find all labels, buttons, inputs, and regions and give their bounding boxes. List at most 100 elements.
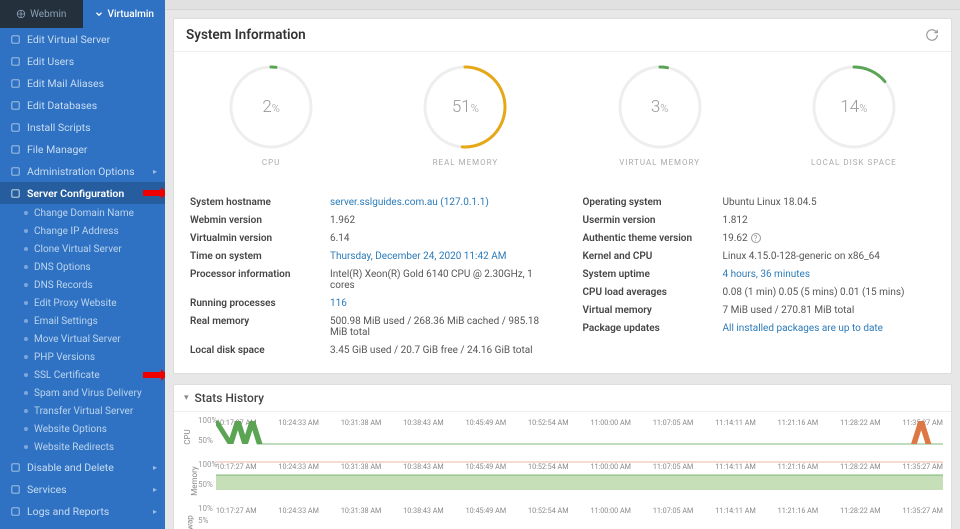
info-value: 1.812	[723, 215, 748, 226]
info-key: Local disk space	[190, 345, 330, 356]
bullet-icon	[24, 301, 28, 305]
tab-virtualmin-label: Virtualmin	[108, 9, 154, 20]
info-col-left: System hostnameserver.sslguides.com.au (…	[190, 193, 543, 359]
ytick: 5%	[198, 516, 208, 525]
sidebar-sub-7[interactable]: Move Virtual Server	[0, 330, 165, 348]
sidebar-sub-10[interactable]: Spam and Virus Delivery	[0, 384, 165, 402]
info-value: Intel(R) Xeon(R) Gold 6140 CPU @ 2.30GHz…	[330, 269, 543, 291]
sidebar-sub-9[interactable]: SSL Certificate	[0, 366, 165, 384]
sidebar-item-7[interactable]: Server Configuration▸	[0, 182, 165, 204]
sidebar-item-2[interactable]: Edit Mail Aliases	[0, 72, 165, 94]
sidebar-item-6[interactable]: Administration Options▸	[0, 160, 165, 182]
info-key: Webmin version	[190, 215, 330, 226]
sparkline	[216, 460, 943, 490]
red-arrow-annotation	[143, 372, 165, 378]
sidebar-sub-3[interactable]: DNS Options	[0, 258, 165, 276]
page-title: System Information	[186, 27, 306, 43]
sidebar-item-5[interactable]: File Manager	[0, 138, 165, 160]
bullet-icon	[24, 391, 28, 395]
ytick: 50%	[198, 436, 213, 445]
sidebar-item-1[interactable]: Edit Users	[0, 50, 165, 72]
sidebar-item-0[interactable]: Edit Virtual Server	[0, 28, 165, 50]
info-key: Time on system	[190, 251, 330, 262]
tab-webmin[interactable]: Webmin	[0, 0, 83, 28]
bullet-icon	[24, 337, 28, 341]
sidebar-sub-5[interactable]: Edit Proxy Website	[0, 294, 165, 312]
sidebar-item-4[interactable]: Install Scripts	[0, 116, 165, 138]
info-link[interactable]: All installed packages are up to date	[723, 323, 883, 334]
info-link[interactable]: server.sslguides.com.au (127.0.1.1)	[330, 197, 489, 208]
bullet-icon	[24, 265, 28, 269]
gauge-real-memory: 51% REAL MEMORY	[368, 62, 562, 167]
bullet-icon	[24, 229, 28, 233]
tab-webmin-label: Webmin	[30, 9, 66, 20]
sidebar-item2-2[interactable]: Logs and Reports▸	[0, 500, 165, 522]
sidebar-item-label: Edit Users	[27, 55, 74, 68]
info-key: System uptime	[583, 269, 723, 280]
info-link[interactable]: 116	[330, 298, 347, 309]
tab-virtualmin[interactable]: Virtualmin	[83, 0, 166, 28]
sidebar-item-3[interactable]: Edit Databases	[0, 94, 165, 116]
info-value: 1.962	[330, 215, 355, 226]
info-row: System uptime4 hours, 36 minutes	[583, 265, 936, 283]
sidebar-sub-6[interactable]: Email Settings	[0, 312, 165, 330]
sidebar-sub-1[interactable]: Change IP Address	[0, 222, 165, 240]
sidebar-item2-1[interactable]: Services▸	[0, 478, 165, 500]
sidebar-sub-label: DNS Records	[34, 280, 93, 291]
info-value: 3.45 GiB used / 20.7 GiB free / 24.16 Gi…	[330, 345, 533, 356]
info-value: 7 MiB used / 270.81 MiB total	[723, 305, 855, 316]
gauge-dial: 3%	[615, 62, 705, 152]
ytick: 100%	[198, 460, 217, 469]
stats-row-cpu: CPU 100%50% 10:17:27 AM10:24:33 AM10:31:…	[198, 416, 943, 458]
info-row: Virtual memory7 MiB used / 270.81 MiB to…	[583, 301, 936, 319]
sidebar-sub-12[interactable]: Website Options	[0, 420, 165, 438]
sidebar-sub-label: Transfer Virtual Server	[34, 406, 133, 417]
sidebar-sub-13[interactable]: Website Redirects	[0, 438, 165, 456]
info-link[interactable]: 4 hours, 36 minutes	[723, 269, 811, 280]
sidebar-sub-label: Clone Virtual Server	[34, 244, 122, 255]
bullet-icon	[24, 409, 28, 413]
panel-header: System Information	[174, 19, 951, 52]
info-row: Processor informationIntel(R) Xeon(R) Go…	[190, 265, 543, 294]
info-value: Thursday, December 24, 2020 11:42 AM	[330, 251, 506, 262]
info-columns: System hostnameserver.sslguides.com.au (…	[174, 181, 951, 373]
chevron-right-icon: ▸	[153, 463, 157, 472]
bullet-icon	[24, 445, 28, 449]
system-info-panel: System Information 2% CPU 51% REAL MEMOR…	[173, 18, 952, 374]
info-value: 4 hours, 36 minutes	[723, 269, 811, 280]
gauges-row: 2% CPU 51% REAL MEMORY 3% VIRTUAL MEMORY…	[174, 52, 951, 181]
sidebar-sub-4[interactable]: DNS Records	[0, 276, 165, 294]
sidebar-sub-2[interactable]: Clone Virtual Server	[0, 240, 165, 258]
sidebar-item-label: Server Configuration	[27, 187, 124, 200]
sidebar-sub-label: Change Domain Name	[34, 208, 134, 219]
sparkline	[216, 504, 943, 529]
info-row: Virtualmin version6.14	[190, 229, 543, 247]
info-row: Running processes116	[190, 294, 543, 312]
red-arrow-annotation	[143, 190, 165, 196]
stats-header[interactable]: ▾ Stats History	[174, 385, 951, 412]
sidebar-sub-11[interactable]: Transfer Virtual Server	[0, 402, 165, 420]
info-row: Usermin version1.812	[583, 211, 936, 229]
info-row: Local disk space3.45 GiB used / 20.7 GiB…	[190, 341, 543, 359]
sidebar-sub-8[interactable]: PHP Versions	[0, 348, 165, 366]
sidebar-item-label: File Manager	[27, 143, 88, 156]
gauge-value: 3%	[651, 97, 669, 117]
help-icon[interactable]: ?	[751, 233, 761, 243]
sidebar-item-label: Disable and Delete	[27, 461, 114, 474]
sidebar-sub-label: SSL Certificate	[34, 370, 100, 381]
info-value: Linux 4.15.0-128-generic on x86_64	[723, 251, 880, 262]
info-row: System hostnameserver.sslguides.com.au (…	[190, 193, 543, 211]
info-key: Virtual memory	[583, 305, 723, 316]
sidebar-sub-label: Edit Proxy Website	[34, 298, 117, 309]
info-key: Real memory	[190, 316, 330, 338]
info-value: 6.14	[330, 233, 350, 244]
info-row: CPU load averages0.08 (1 min) 0.05 (5 mi…	[583, 283, 936, 301]
sidebar-sub-0[interactable]: Change Domain Name	[0, 204, 165, 222]
main: System Information 2% CPU 51% REAL MEMOR…	[165, 0, 960, 529]
refresh-icon[interactable]	[925, 28, 939, 42]
sidebar-item2-0[interactable]: Disable and Delete ▸	[0, 456, 165, 478]
stats-row-memory: Memory 100%50% 10:17:27 AM10:24:33 AM10:…	[198, 460, 943, 502]
stats-title: Stats History	[195, 391, 265, 405]
info-key: Usermin version	[583, 215, 723, 226]
info-link[interactable]: Thursday, December 24, 2020 11:42 AM	[330, 251, 506, 262]
